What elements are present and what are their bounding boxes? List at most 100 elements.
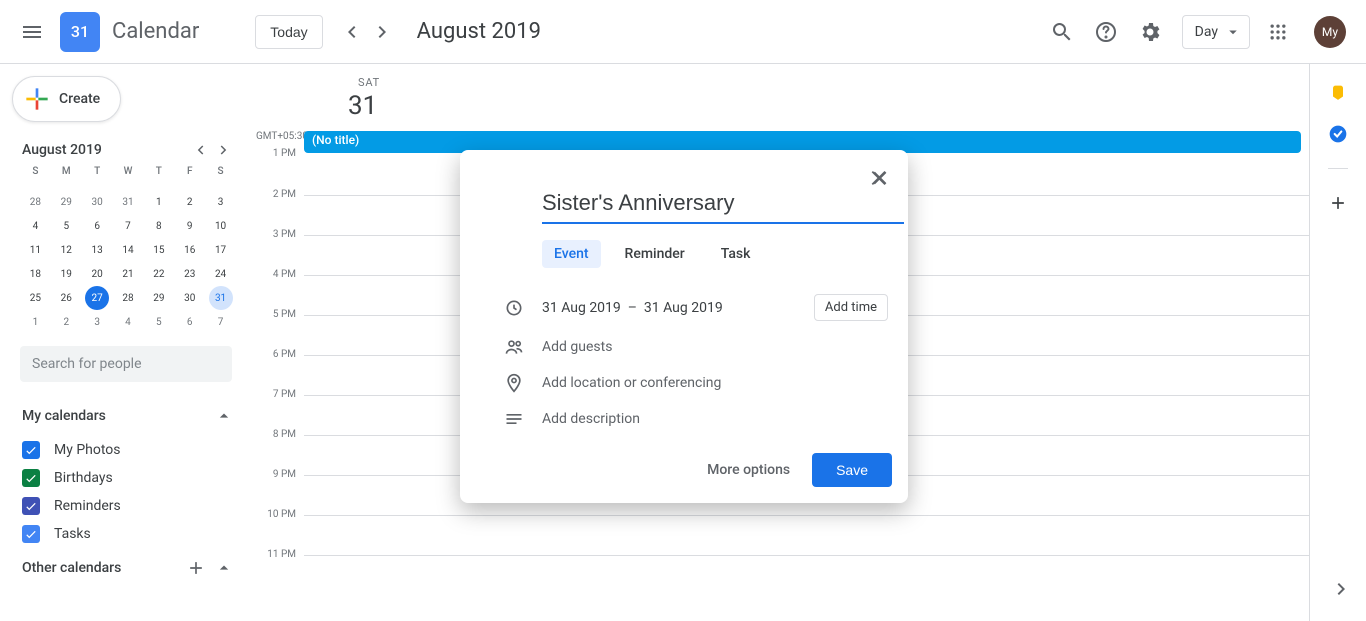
- calendar-list-item[interactable]: Tasks: [8, 520, 244, 548]
- create-button[interactable]: Create: [12, 76, 121, 122]
- calendar-checkbox[interactable]: [22, 497, 40, 515]
- search-button[interactable]: [1042, 12, 1082, 52]
- mini-next-month[interactable]: [212, 138, 236, 162]
- mini-day-cell[interactable]: 29: [54, 190, 78, 214]
- keep-icon[interactable]: [1328, 84, 1348, 104]
- mini-day-cell[interactable]: 6: [178, 310, 202, 334]
- calendar-list-item[interactable]: My Photos: [8, 436, 244, 464]
- calendar-checkbox[interactable]: [22, 469, 40, 487]
- mini-day-cell[interactable]: 29: [147, 286, 171, 310]
- mini-day-cell[interactable]: 8: [147, 214, 171, 238]
- tasks-icon[interactable]: [1328, 124, 1348, 144]
- calendar-list-item[interactable]: Reminders: [8, 492, 244, 520]
- support-button[interactable]: [1086, 12, 1126, 52]
- mini-day-cell[interactable]: 10: [209, 214, 233, 238]
- guests-row[interactable]: Add guests: [476, 329, 892, 365]
- mini-day-cell[interactable]: 5: [54, 214, 78, 238]
- mini-day-cell[interactable]: 3: [209, 190, 233, 214]
- today-button[interactable]: Today: [255, 15, 322, 49]
- mini-day-cell[interactable]: 4: [116, 310, 140, 334]
- mini-day-cell[interactable]: 30: [85, 190, 109, 214]
- add-time-button[interactable]: Add time: [814, 294, 888, 321]
- mini-day-cell[interactable]: 9: [178, 214, 202, 238]
- mini-day-cell[interactable]: 21: [116, 262, 140, 286]
- mini-day-cell[interactable]: 2: [54, 310, 78, 334]
- more-options-button[interactable]: More options: [695, 454, 802, 486]
- day-of-week-label: SAT: [358, 76, 1309, 89]
- mini-day-cell[interactable]: 26: [54, 286, 78, 310]
- mini-day-cell[interactable]: 13: [85, 238, 109, 262]
- mini-day-cell[interactable]: 4: [23, 214, 47, 238]
- mini-day-cell[interactable]: 1: [23, 310, 47, 334]
- mini-day-cell[interactable]: 28: [116, 286, 140, 310]
- mini-day-cell[interactable]: 19: [54, 262, 78, 286]
- mini-day-cell[interactable]: 3: [85, 310, 109, 334]
- hour-label: 10 PM: [248, 509, 296, 520]
- search-people-input[interactable]: Search for people: [20, 346, 232, 382]
- settings-button[interactable]: [1130, 12, 1170, 52]
- plus-icon[interactable]: [186, 558, 206, 578]
- mini-day-cell[interactable]: 18: [23, 262, 47, 286]
- mini-day-cell[interactable]: 14: [116, 238, 140, 262]
- mini-day-cell[interactable]: 27: [85, 286, 109, 310]
- mini-day-cell[interactable]: 17: [209, 238, 233, 262]
- mini-day-cell[interactable]: 2: [178, 190, 202, 214]
- my-calendars-list: My PhotosBirthdaysRemindersTasks: [8, 432, 244, 552]
- tab-event[interactable]: Event: [542, 240, 601, 268]
- mini-day-cell[interactable]: 24: [209, 262, 233, 286]
- mini-day-cell[interactable]: 28: [23, 190, 47, 214]
- description-row[interactable]: Add description: [476, 401, 892, 437]
- mini-day-cell[interactable]: 12: [54, 238, 78, 262]
- side-panel: [1310, 64, 1366, 621]
- mini-day-cell[interactable]: 7: [116, 214, 140, 238]
- account-avatar[interactable]: My: [1314, 16, 1346, 48]
- add-location-label: Add location or conferencing: [542, 375, 892, 391]
- mini-calendar-header: August 2019: [8, 138, 244, 162]
- calendar-checkbox[interactable]: [22, 441, 40, 459]
- view-selector[interactable]: Day: [1182, 15, 1250, 49]
- google-apps-button[interactable]: [1258, 12, 1298, 52]
- close-icon: [869, 167, 891, 189]
- event-title-input[interactable]: [542, 180, 904, 224]
- mini-prev-month[interactable]: [188, 138, 212, 162]
- main-menu-button[interactable]: [8, 8, 56, 56]
- mini-day-cell[interactable]: 31: [116, 190, 140, 214]
- mini-day-cell[interactable]: 20: [85, 262, 109, 286]
- location-row[interactable]: Add location or conferencing: [476, 365, 892, 401]
- hour-row[interactable]: 10 PM: [304, 515, 1309, 555]
- mini-day-cell[interactable]: 16: [178, 238, 202, 262]
- close-dialog-button[interactable]: [862, 160, 898, 196]
- save-button[interactable]: Save: [812, 453, 892, 487]
- other-calendars-section[interactable]: Other calendars: [8, 552, 244, 584]
- chevron-right-icon: [1330, 577, 1354, 601]
- tab-task[interactable]: Task: [709, 240, 763, 268]
- my-calendars-section[interactable]: My calendars: [8, 400, 244, 432]
- header: 31 Calendar Today August 2019 Day My: [0, 0, 1366, 64]
- mini-day-cell[interactable]: 7: [209, 310, 233, 334]
- event-type-tabs: Event Reminder Task: [542, 240, 892, 268]
- addons-icon[interactable]: [1328, 193, 1348, 213]
- next-period-button[interactable]: [367, 16, 399, 48]
- chevron-left-icon: [339, 20, 363, 44]
- calendar-checkbox[interactable]: [22, 525, 40, 543]
- timezone-label: GMT+05:30: [248, 131, 304, 142]
- mini-day-cell[interactable]: 23: [178, 262, 202, 286]
- mini-day-cell[interactable]: 31: [209, 286, 233, 310]
- mini-day-cell[interactable]: 30: [178, 286, 202, 310]
- hour-label: 3 PM: [248, 229, 296, 240]
- side-panel-toggle[interactable]: [1326, 573, 1358, 605]
- mini-day-cell[interactable]: 22: [147, 262, 171, 286]
- people-icon: [504, 337, 524, 357]
- prev-period-button[interactable]: [335, 16, 367, 48]
- mini-day-cell[interactable]: 6: [85, 214, 109, 238]
- tab-reminder[interactable]: Reminder: [613, 240, 697, 268]
- mini-day-cell[interactable]: 1: [147, 190, 171, 214]
- hour-label: 11 PM: [248, 549, 296, 560]
- mini-day-cell[interactable]: 25: [23, 286, 47, 310]
- mini-day-cell[interactable]: 15: [147, 238, 171, 262]
- mini-day-cell[interactable]: 5: [147, 310, 171, 334]
- calendar-list-item[interactable]: Birthdays: [8, 464, 244, 492]
- mini-day-cell[interactable]: 11: [23, 238, 47, 262]
- date-range[interactable]: 31 Aug 2019 – 31 Aug 2019: [542, 300, 814, 316]
- hour-row[interactable]: 11 PM: [304, 555, 1309, 591]
